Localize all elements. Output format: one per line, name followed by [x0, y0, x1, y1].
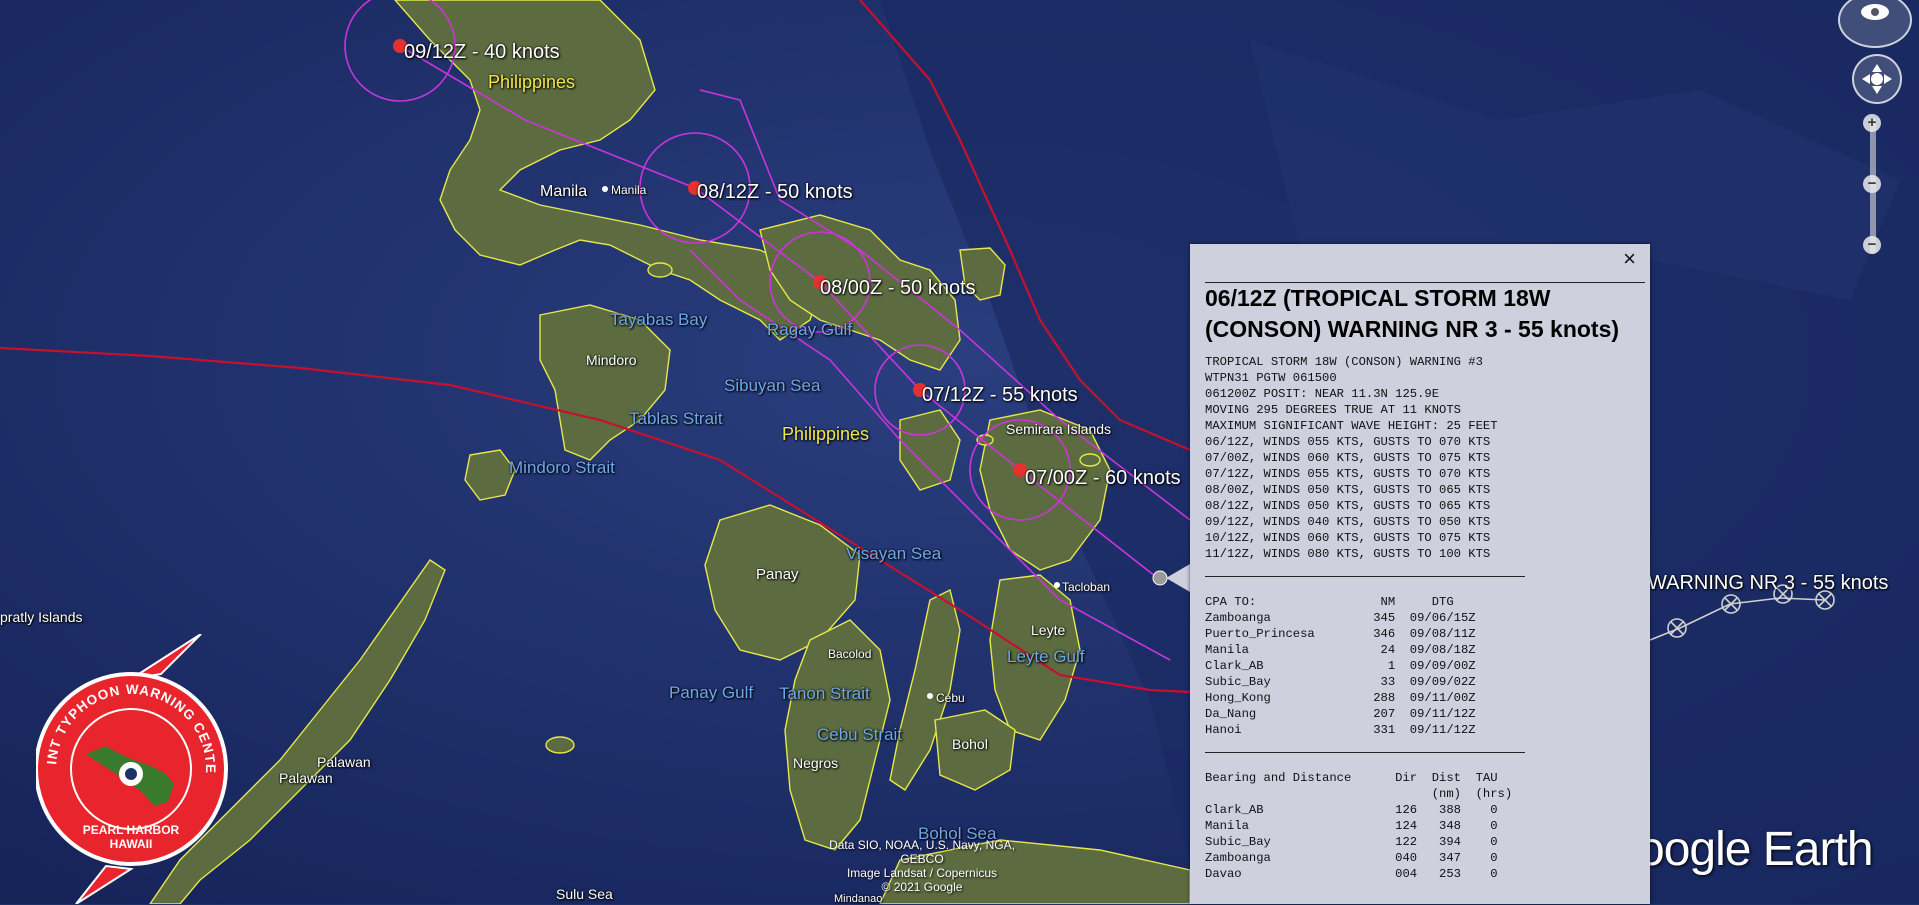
look-joystick[interactable]: [1838, 0, 1912, 48]
city-dot[interactable]: [602, 186, 608, 192]
city-pin-label-manila: Manila: [611, 183, 647, 197]
country-label-philippines-north: Philippines: [488, 72, 576, 92]
water-label-tablas-strait: Tablas Strait: [629, 409, 723, 428]
city-dot[interactable]: [1054, 582, 1060, 588]
island-label-mindanao: Mindanao: [834, 893, 883, 905]
island-label-leyte: Leyte: [1031, 622, 1066, 638]
small-island: [647, 262, 673, 278]
city-label-palawan: Palawan: [317, 754, 371, 770]
popup-title: 06/12Z (TROPICAL STORM 18W (CONSON) WARN…: [1205, 282, 1645, 345]
jtwc-logo-top-spiral: [130, 634, 202, 680]
fix-label-07-12z: 07/12Z - 55 knots: [922, 384, 1078, 406]
attribution-line: © 2021 Google: [881, 880, 963, 894]
city-dot[interactable]: [927, 693, 933, 699]
jtwc-logo: JOINT TYPHOON WARNING CENTER PEARL HARBO…: [36, 634, 228, 904]
zoom-in-button[interactable]: +: [1863, 114, 1881, 132]
jtwc-logo-text-2: HAWAII: [110, 837, 153, 851]
google-earth-logo: oogle Earth: [1638, 823, 1874, 876]
warning-text: TROPICAL STORM 18W (CONSON) WARNING #3 W…: [1205, 355, 1498, 561]
close-button[interactable]: ×: [1623, 246, 1636, 272]
country-label-philippines-south: Philippines: [782, 424, 870, 444]
fix-label-09-12z: 09/12Z - 40 knots: [404, 41, 560, 63]
cpa-table: CPA TO: NM DTG Zamboanga 345 09/06/15Z P…: [1205, 595, 1476, 737]
attribution-line: Image Landsat / Copernicus: [846, 866, 998, 880]
jtwc-logo-eye-center: [125, 768, 137, 780]
island-label-palawan: Palawan: [279, 770, 333, 786]
island-label-spratly: pratly Islands: [0, 609, 83, 625]
water-label-sibuyan-sea: Sibuyan Sea: [724, 376, 821, 395]
island-label-negros: Negros: [793, 755, 839, 771]
map-attribution: Data SIO, NOAA, U.S. Navy, NGA, GEBCO Im…: [822, 838, 1022, 894]
zoom-out-button[interactable]: −: [1863, 236, 1881, 254]
fix-label-07-00z: 07/00Z - 60 knots: [1025, 467, 1181, 489]
city-label-bacolod: Bacolod: [828, 647, 872, 661]
attribution-line: Data SIO, NOAA, U.S. Navy, NGA, GEBCO: [829, 838, 1015, 866]
eye-icon: [1861, 4, 1889, 20]
water-label-mindoro-strait: Mindoro Strait: [509, 458, 615, 477]
city-label-tacloban: Tacloban: [1062, 580, 1111, 594]
city-label-cebu: Cebu: [936, 691, 965, 705]
fix-point-06-12z[interactable]: [1152, 570, 1168, 586]
island-label-bohol: Bohol: [952, 736, 988, 752]
water-label-sulu-sea: Sulu Sea: [556, 886, 613, 902]
warning-info-popup: × 06/12Z (TROPICAL STORM 18W (CONSON) WA…: [1190, 244, 1650, 904]
island-label-panay: Panay: [756, 566, 799, 583]
island-label-semirara: Semirara Islands: [1006, 421, 1112, 437]
small-island: [545, 736, 575, 754]
water-label-leyte-gulf: Leyte Gulf: [1007, 647, 1085, 666]
bearing-distance-table: Bearing and Distance Dir Dist TAU (nm) (…: [1205, 771, 1513, 881]
water-label-tanon-strait: Tanon Strait: [779, 684, 870, 703]
fix-label-08-00z: 08/00Z - 50 knots: [820, 277, 976, 299]
move-joystick[interactable]: [1852, 54, 1902, 104]
fix-label-08-12z: 08/12Z - 50 knots: [697, 181, 853, 203]
zoom-slider-handle[interactable]: −: [1863, 175, 1881, 193]
water-label-visayan-sea: Visayan Sea: [846, 544, 942, 563]
city-label-manila: Manila: [540, 183, 588, 200]
small-island: [1079, 453, 1101, 467]
water-label-panay-gulf: Panay Gulf: [669, 683, 754, 702]
water-label-cebu-strait: Cebu Strait: [817, 725, 903, 744]
hand-move-icon: [1862, 64, 1892, 94]
divider: [1205, 576, 1525, 577]
divider: [1205, 752, 1525, 753]
fix-label-warning-nr3: WARNING NR 3 - 55 knots: [1648, 572, 1889, 594]
island-label-mindoro: Mindoro: [586, 352, 637, 368]
jtwc-logo-bottom-spiral: [75, 864, 134, 904]
jtwc-logo-text-1: PEARL HARBOR: [83, 823, 180, 837]
popup-pointer: [1166, 564, 1190, 592]
water-label-ragay-gulf: Ragay Gulf: [767, 320, 853, 339]
water-label-tayabas-bay: Tayabas Bay: [610, 310, 708, 329]
